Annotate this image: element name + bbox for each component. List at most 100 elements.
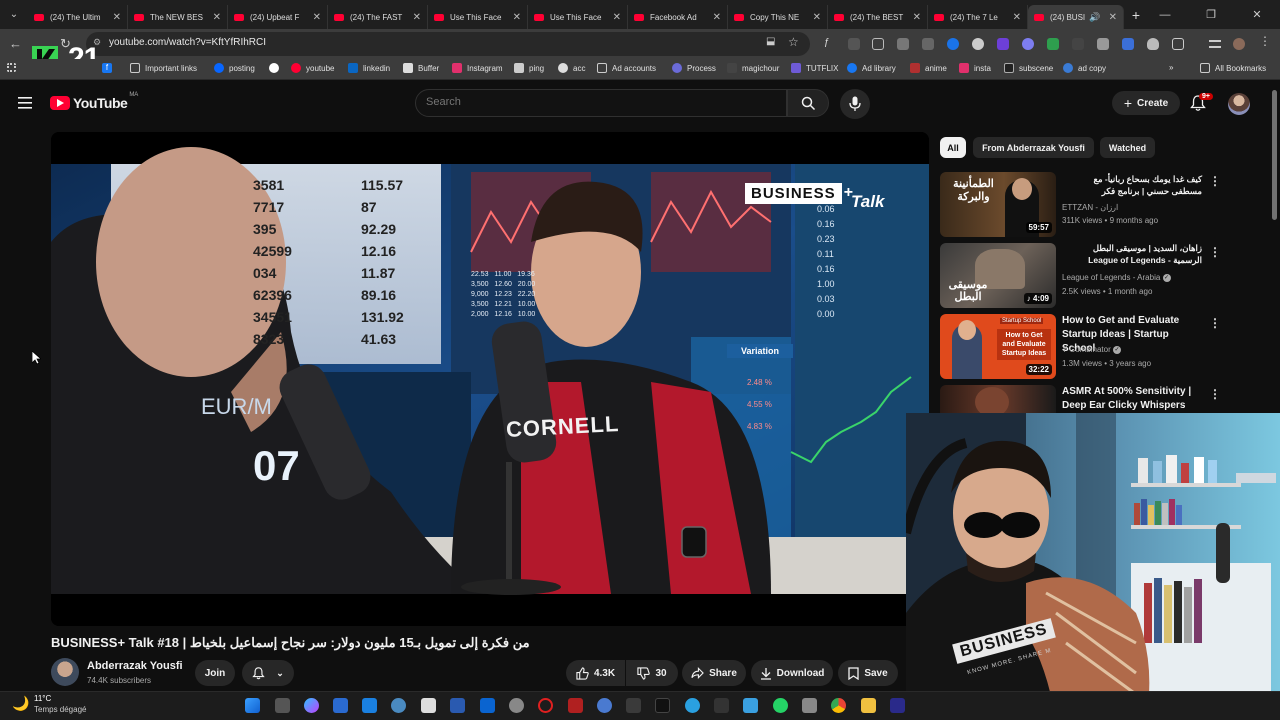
account-avatar[interactable] xyxy=(1228,93,1250,115)
browser-tab[interactable]: The NEW BES ✕ xyxy=(128,5,228,29)
chip-all[interactable]: All xyxy=(940,137,966,158)
bookmark-ad-accounts[interactable]: Ad accounts xyxy=(597,63,656,73)
bookmark-acc[interactable]: acc xyxy=(558,63,585,73)
app-icon[interactable] xyxy=(597,698,612,713)
like-button[interactable]: 4.3K xyxy=(566,660,625,686)
extension-icon[interactable] xyxy=(1097,38,1109,50)
tab-groups-icon[interactable] xyxy=(1209,40,1221,48)
minimize-button[interactable]: — xyxy=(1142,0,1188,29)
chip-from-channel[interactable]: From Abderrazak Yousfi xyxy=(973,137,1094,158)
app-icon[interactable] xyxy=(391,698,406,713)
browser-tab[interactable]: (24) The Ultim ✕ xyxy=(28,5,128,29)
close-tab-icon[interactable]: ✕ xyxy=(113,12,121,23)
bookmark-subscene[interactable]: subscene xyxy=(1004,63,1053,73)
whatsapp-icon[interactable] xyxy=(773,698,788,713)
app-icon[interactable] xyxy=(421,698,436,713)
subscribe-notifications-button[interactable]: ⌄ xyxy=(242,660,294,686)
app-icon[interactable] xyxy=(568,698,583,713)
bookmark-youtube[interactable]: youtube xyxy=(291,63,334,73)
bookmark-process[interactable]: Process xyxy=(672,63,716,73)
bookmark-important-links[interactable]: Important links xyxy=(130,63,197,73)
extension-icon[interactable] xyxy=(922,38,934,50)
close-tab-icon[interactable]: ✕ xyxy=(613,12,621,23)
shield-icon[interactable] xyxy=(1147,38,1159,50)
bookmark-posting[interactable]: posting xyxy=(214,63,255,73)
app-icon[interactable] xyxy=(333,698,348,713)
download-button[interactable]: Download xyxy=(751,660,833,686)
browser-tab[interactable]: Use This Face ✕ xyxy=(528,5,628,29)
recommendation-title[interactable]: كيف غدا يومك بسحاع ربانيأ- مع مسطفى حسني… xyxy=(1062,173,1202,197)
app-icon[interactable] xyxy=(743,698,758,713)
page-scrollbar[interactable] xyxy=(1272,90,1277,220)
close-tab-icon[interactable]: ✕ xyxy=(213,12,221,23)
facebook-bookmark-icon[interactable]: f xyxy=(102,63,117,73)
bookmark-insta[interactable]: insta xyxy=(959,63,991,73)
chrome-icon[interactable] xyxy=(831,698,846,713)
extension-icon[interactable] xyxy=(872,38,884,50)
save-button[interactable]: Save xyxy=(838,660,898,686)
copilot-icon[interactable] xyxy=(304,698,319,713)
recommendation-channel[interactable]: League of Legends - Arabia ✓ xyxy=(1062,273,1171,282)
search-box[interactable] xyxy=(415,89,787,117)
channel-name[interactable]: Abderrazak Yousfi xyxy=(87,660,183,672)
browser-menu-icon[interactable]: ⋮ xyxy=(1259,34,1271,48)
windows-start-icon[interactable] xyxy=(245,698,260,713)
camera-extension-icon[interactable] xyxy=(897,38,909,50)
bookmark-tutflix[interactable]: TUTFLIX xyxy=(791,63,838,73)
video-player[interactable]: 3581 7717 395 42599 034 62396 34551 8323… xyxy=(51,132,929,626)
bookmark-star-icon[interactable]: ☆ xyxy=(788,35,799,49)
app-icon[interactable] xyxy=(802,698,817,713)
speaker-icon[interactable]: 🔊 xyxy=(1089,12,1100,23)
create-button[interactable]: + Create xyxy=(1112,91,1180,115)
more-actions-icon[interactable]: ⋮ xyxy=(1209,316,1221,330)
recommendation-thumbnail[interactable]: Startup School How to Get and Evaluate S… xyxy=(940,314,1056,379)
app-icon[interactable] xyxy=(362,698,377,713)
bookmark-linkedin[interactable]: linkedin xyxy=(348,63,390,73)
back-icon[interactable]: ← xyxy=(9,36,22,51)
extension-icon[interactable] xyxy=(848,38,860,50)
recommendation-channel[interactable]: ETTZAN - ارزان xyxy=(1062,203,1118,212)
more-actions-icon[interactable]: ⋮ xyxy=(1209,174,1221,188)
recommendation-thumbnail[interactable] xyxy=(940,385,1056,413)
browser-tab-active[interactable]: (24) BUSI 🔊 ✕ xyxy=(1028,5,1124,29)
extension-icon[interactable] xyxy=(1022,38,1034,50)
extension-icon[interactable] xyxy=(947,38,959,50)
more-actions-icon[interactable]: ⋮ xyxy=(1209,245,1221,259)
premiere-icon[interactable] xyxy=(890,698,905,713)
function-extension-icon[interactable]: ƒ xyxy=(824,37,836,49)
recommendation-channel[interactable]: Y Combinator ✓ xyxy=(1062,345,1121,354)
youtube-logo[interactable]: YouTube MA xyxy=(50,92,138,111)
all-bookmarks-folder[interactable]: All Bookmarks xyxy=(1200,63,1266,73)
bookmark-buffer[interactable]: Buffer xyxy=(403,63,439,73)
weather-description[interactable]: Temps dégagé xyxy=(34,705,86,714)
browser-tab[interactable]: Copy This NE ✕ xyxy=(728,5,828,29)
profile-avatar[interactable] xyxy=(1233,38,1245,50)
search-button[interactable] xyxy=(787,89,829,117)
extension-icon[interactable] xyxy=(1072,38,1084,50)
file-explorer-icon[interactable] xyxy=(861,698,876,713)
opera-icon[interactable] xyxy=(538,698,553,713)
extension-icon[interactable] xyxy=(1122,38,1134,50)
close-tab-icon[interactable]: ✕ xyxy=(1013,12,1021,23)
bookmark-ad-library[interactable]: Ad library xyxy=(847,63,896,73)
share-button[interactable]: Share xyxy=(682,660,746,686)
extensions-puzzle-icon[interactable] xyxy=(1172,38,1184,50)
app-icon[interactable] xyxy=(714,698,729,713)
browser-tab[interactable]: Use This Face ✕ xyxy=(428,5,528,29)
recommendation-thumbnail[interactable]: الطمأنينة والبركة 59:57 xyxy=(940,172,1056,237)
bookmark-ping[interactable]: ping xyxy=(514,63,544,73)
address-bar[interactable]: ⚙ youtube.com/watch?v=KftYfRIhRCI ⬓ ☆ xyxy=(86,32,810,56)
close-tab-icon[interactable]: ✕ xyxy=(313,12,321,23)
hamburger-menu-icon[interactable] xyxy=(18,96,32,114)
bookmark-anime[interactable]: anime xyxy=(910,63,947,73)
join-button[interactable]: Join xyxy=(195,660,235,686)
tiktok-icon[interactable] xyxy=(655,698,670,713)
close-tab-icon[interactable]: ✕ xyxy=(513,12,521,23)
outlook-icon[interactable] xyxy=(480,698,495,713)
bookmarks-overflow-icon[interactable]: » xyxy=(1169,63,1173,72)
close-tab-icon[interactable]: ✕ xyxy=(413,12,421,23)
close-tab-icon[interactable]: ✕ xyxy=(813,12,821,23)
browser-tab[interactable]: (24) The BEST ✕ xyxy=(828,5,928,29)
bookmark-instagram[interactable]: Instagram xyxy=(452,63,503,73)
browser-tab[interactable]: Facebook Ad ✕ xyxy=(628,5,728,29)
